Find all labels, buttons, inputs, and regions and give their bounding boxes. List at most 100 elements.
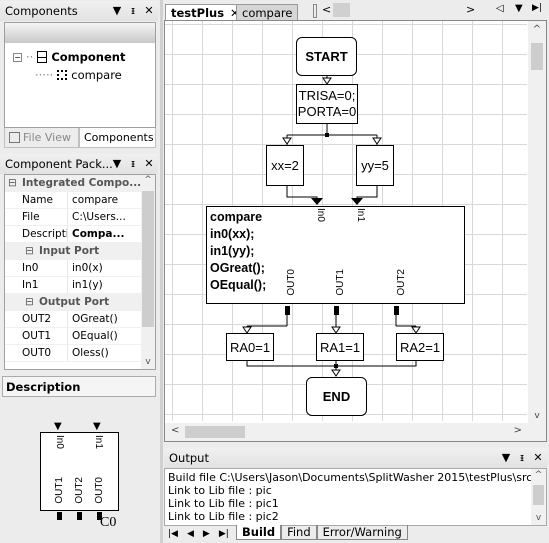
port-out1: OUT1 [332,269,349,296]
scroll-up-icon[interactable]: ^ [531,469,546,482]
tab-menu-icon[interactable]: ▼ [515,3,523,14]
prop-row[interactable]: File C:\Users... [5,209,143,226]
last-tab-icon[interactable]: ▶| [532,3,542,13]
tab-file-view[interactable]: File View [4,128,79,148]
node-label: START [305,49,348,64]
components-panel-title: Components ▼ ᵻ ✕ [0,1,158,21]
prop-row[interactable]: OUT1 OEqual() [5,328,143,345]
scroll-left-icon[interactable]: < [322,3,331,16]
scroll-up-icon[interactable]: ^ [528,24,546,35]
next-tab-icon[interactable]: ▶ [203,529,210,539]
output-pin [57,512,62,520]
node-label: xx=2 [271,158,299,173]
prop-row[interactable]: OUT2 OGreat() [5,311,143,328]
description-box: Description [2,376,156,397]
tab-build[interactable]: Build [236,525,282,540]
property-scrollbar[interactable]: ^ v [141,175,155,369]
tab-scroll-thumb[interactable] [333,3,350,17]
tab-label: compare [242,6,293,20]
canvas-vscrollbar[interactable]: ^ v [528,21,546,423]
dropdown-icon[interactable]: ▼ [112,157,122,170]
output-panel: Output ▼ ᵻ ✕ Build file C:\Users\Jason\D… [164,448,547,543]
preview-label: C0 [100,515,117,530]
tree-child-label: compare [71,68,122,82]
prop-row[interactable]: OUT0 Oless() [5,345,143,362]
category-integrated[interactable]: ⊟ Integrated Compo... [5,175,143,192]
scroll-up-icon[interactable]: ^ [141,175,155,185]
ra0-node[interactable]: RA0=1 [226,333,274,361]
scroll-down-icon[interactable]: v [528,411,546,421]
dropdown-icon[interactable]: ▼ [501,451,511,464]
ra1-node[interactable]: RA1=1 [316,333,364,361]
preview-port-out0: OUT0 [94,477,105,504]
tab-components[interactable]: Components [79,128,156,148]
vscroll-thumb[interactable] [531,43,543,70]
tree-item-compare[interactable]: ····· compare [35,68,122,82]
dropdown-icon[interactable]: ▼ [112,4,122,17]
flowchart-canvas[interactable]: START TRISA=0; PORTA=0 xx=2 yy=5 compare… [164,20,547,442]
scroll-down-icon[interactable]: v [531,512,546,525]
tree-item-component[interactable]: − ·· Component [13,50,125,64]
output-tabs: Build Find Error/Warning [236,525,408,540]
tab-label: testPlus [171,6,225,20]
close-icon[interactable]: ✕ [144,157,154,170]
package-panel-title: Component Pack... ▼ ᵻ ✕ [0,154,158,174]
preview-port-out2: OUT2 [74,477,85,504]
node-label: END [322,389,351,404]
canvas-hscrollbar[interactable]: < > [165,423,546,441]
last-tab-icon[interactable]: ▶| [219,529,229,539]
output-scrollbar[interactable]: ^ v [531,469,546,525]
prop-row[interactable]: Name compare [5,192,143,209]
tab-testplus[interactable]: testPlus ✕ [165,4,246,21]
end-node[interactable]: END [306,377,367,416]
scroll-left-icon[interactable]: < [171,425,179,436]
scroll-down-icon[interactable]: v [141,357,155,367]
pin-icon[interactable]: ᵻ [517,451,527,464]
close-icon[interactable]: ✕ [533,451,543,464]
components-tabs: File View Components [4,128,156,148]
first-tab-icon[interactable]: |◀ [168,529,178,539]
prev-tab-icon[interactable]: ◀ [187,529,194,539]
init-node[interactable]: TRISA=0; PORTA=0 [296,84,358,124]
hscroll-thumb[interactable] [185,426,245,438]
ra2-node[interactable]: RA2=1 [396,333,444,361]
output-title-bar: Output ▼ ᵻ ✕ [164,448,547,468]
tree-root-label: Component [51,50,126,64]
collapse-icon[interactable]: − [13,52,22,62]
output-scroll-thumb[interactable] [533,485,544,505]
prop-row[interactable]: DescriptionCompa... [5,226,143,243]
prop-row[interactable]: In0 in0(x) [5,260,143,277]
component-tree: − ·· Component ····· compare [4,22,156,128]
close-icon[interactable]: ✕ [144,4,154,17]
pin-icon[interactable]: ᵻ [128,4,138,17]
pin-icon[interactable]: ᵻ [128,157,138,170]
splitter[interactable] [160,0,163,543]
category-input-port[interactable]: ⊟ Input Port [5,243,143,260]
output-nav: |◀ ◀ ▶ ▶| [168,526,229,541]
tab-scroll-handle[interactable] [313,4,317,18]
prev-tab-icon[interactable]: ◁ [496,3,504,14]
property-grid: ⊟ Integrated Compo... Name compare File C:\… [4,174,156,370]
tab-find[interactable]: Find [281,525,317,540]
node-label: RA2=1 [399,339,441,355]
output-log[interactable]: Build file C:\Users\Jason\Documents\Spli… [164,468,547,526]
port-out2: OUT2 [393,269,410,296]
node-label: TRISA=0; [298,88,356,103]
start-node[interactable]: START [296,37,357,76]
xx-node[interactable]: xx=2 [266,145,304,186]
input-arrow-icon: ▼ [54,421,62,432]
category-output-port[interactable]: ⊟ Output Port [5,294,143,311]
scroll-right-icon[interactable]: > [514,425,522,436]
preview-port-in0: In0 [54,435,65,449]
compare-node[interactable]: compare in0(xx); in1(yy); OGreat(); OEqu… [206,206,465,304]
tab-error-warning[interactable]: Error/Warning [316,525,408,540]
components-title: Components [5,4,78,18]
node-label: RA1=1 [319,339,361,355]
chip-icon [57,70,68,80]
scroll-thumb[interactable] [142,191,154,327]
scroll-right-icon[interactable]: > [466,3,475,16]
prop-row[interactable]: In1 in1(y) [5,277,143,294]
tab-compare[interactable]: compare [236,4,299,21]
yy-node[interactable]: yy=5 [356,145,394,186]
output-title: Output [169,451,209,465]
